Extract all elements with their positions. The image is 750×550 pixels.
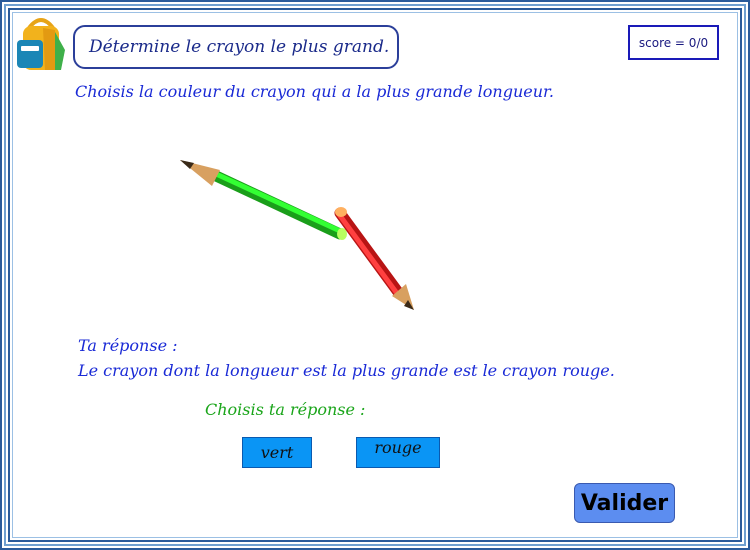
choice-rouge-label: rouge (374, 438, 422, 457)
answer-label: Ta réponse : (78, 336, 178, 355)
choice-vert-button[interactable]: vert (242, 437, 312, 468)
score-display: score = 0/0 (628, 25, 719, 60)
choice-vert-label: vert (260, 443, 294, 462)
pencils-illustration (180, 160, 414, 310)
answer-text: Le crayon dont la longueur est la plus g… (78, 361, 615, 380)
green-pencil (180, 160, 347, 240)
question-text: Choisis la couleur du crayon qui a la pl… (75, 82, 554, 101)
choose-label: Choisis ta réponse : (205, 400, 366, 419)
instruction-box: Détermine le crayon le plus grand. (73, 25, 399, 69)
backpack-icon (17, 18, 65, 70)
instruction-text: Détermine le crayon le plus grand. (89, 37, 390, 57)
red-pencil (334, 207, 414, 310)
validate-button[interactable]: Valider (574, 483, 675, 523)
score-text: score = 0/0 (638, 35, 709, 50)
choice-rouge-button[interactable]: rouge (356, 437, 440, 468)
